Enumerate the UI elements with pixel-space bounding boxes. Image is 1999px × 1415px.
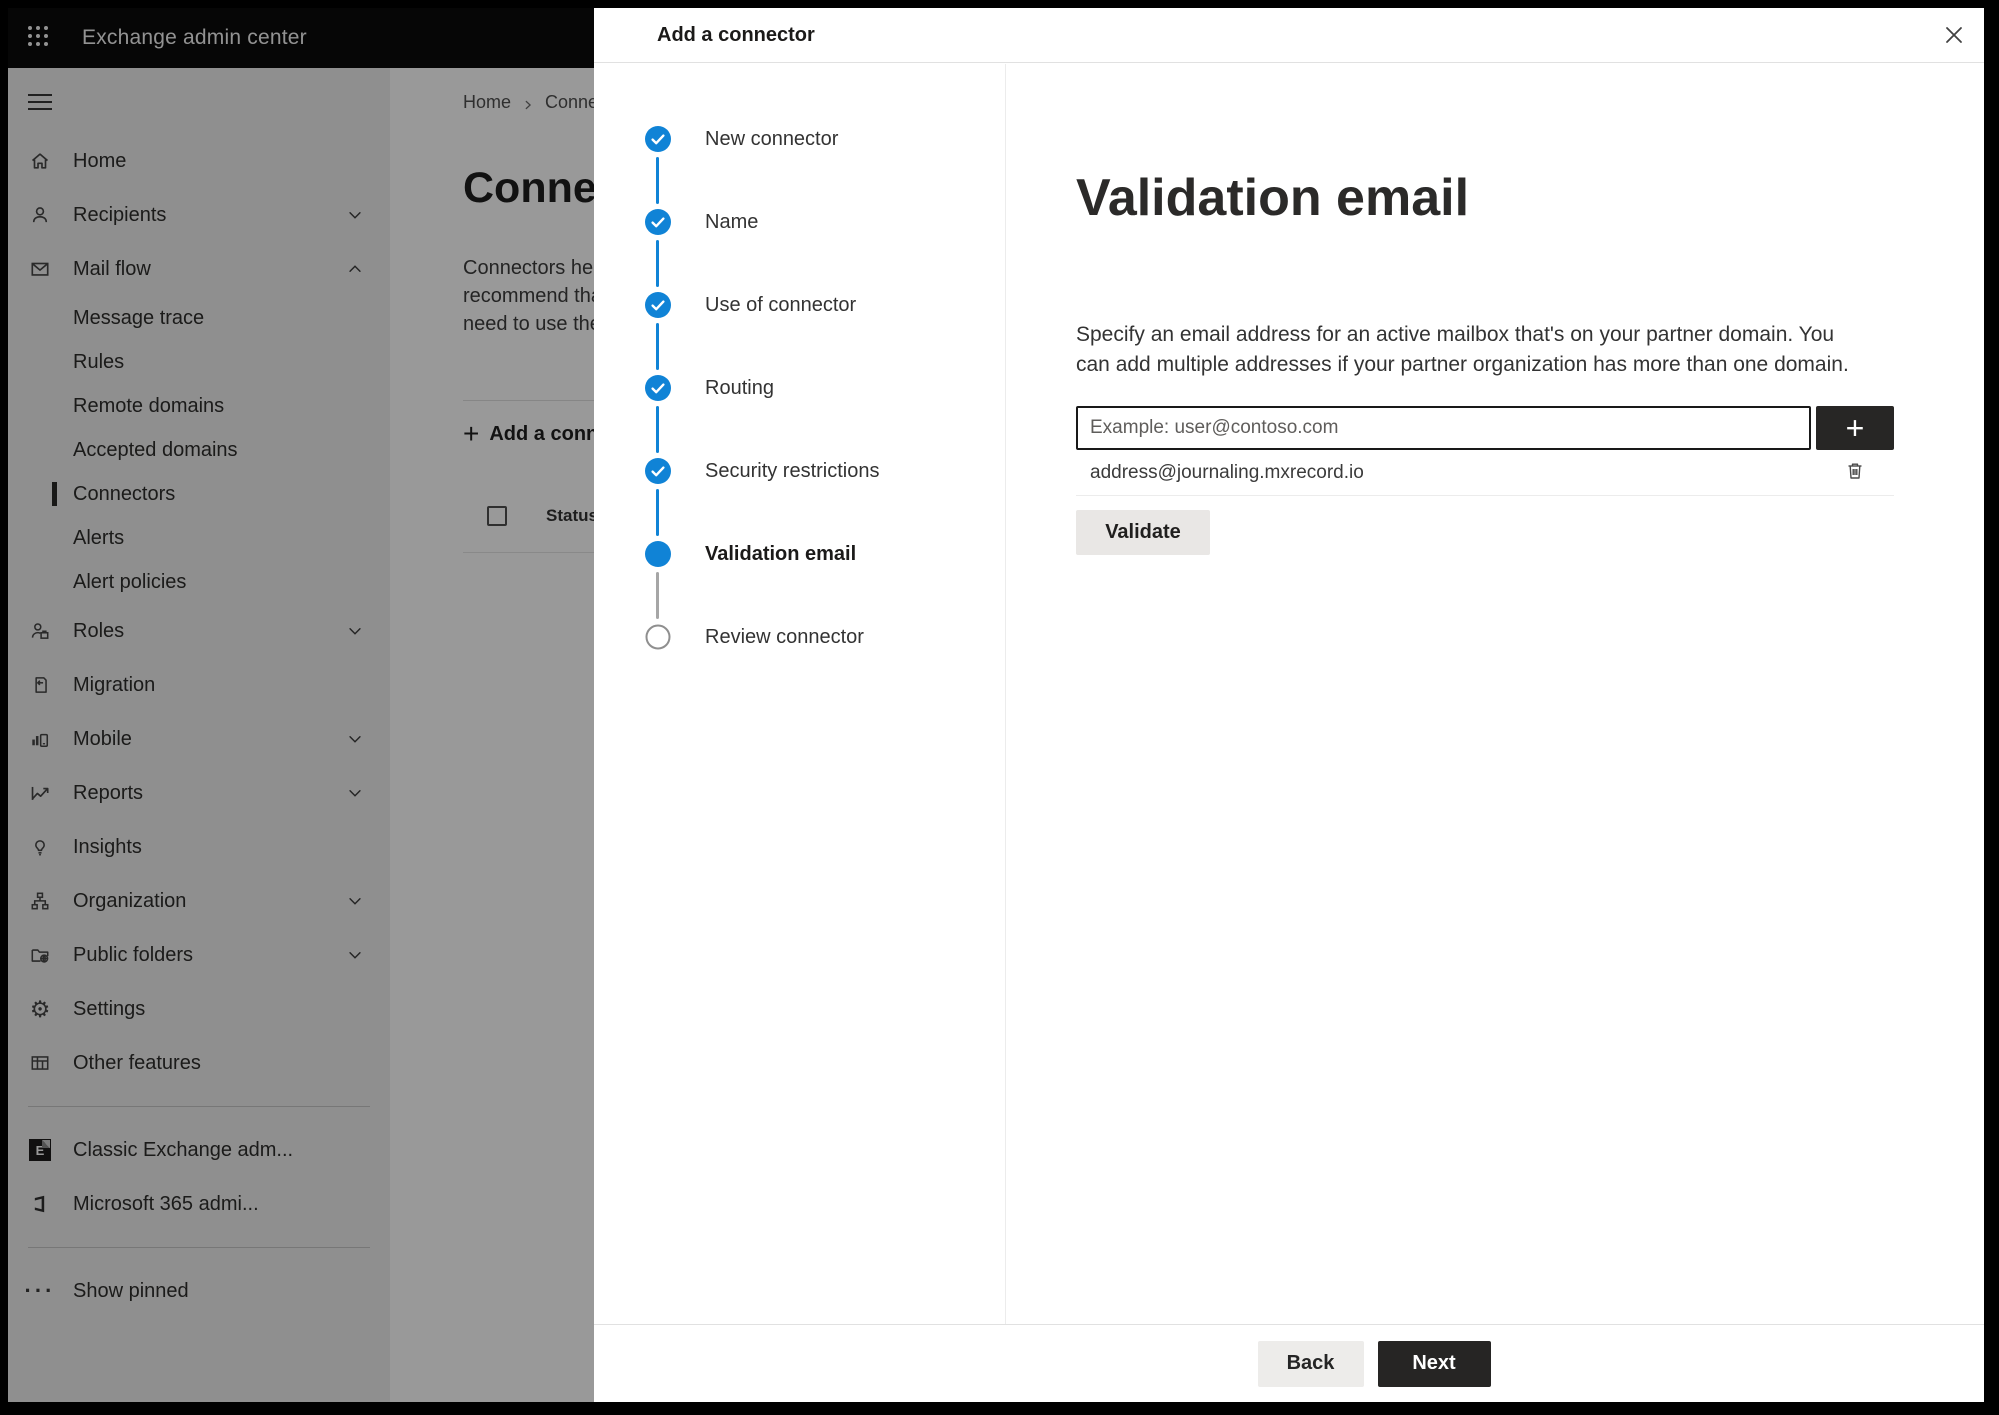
step-label: Routing xyxy=(705,377,774,399)
close-button[interactable] xyxy=(1936,18,1972,54)
step-label: Use of connector xyxy=(705,294,857,316)
step-connector-line xyxy=(655,572,659,619)
validation-email-step: Validation email Specify an email addres… xyxy=(1006,64,1984,1324)
wizard-steps: New connector Name Use of connector Routing… xyxy=(594,64,1006,1324)
exchange-admin-app: Exchange admin center Home Recipients Mail… xyxy=(8,8,1984,1402)
step-connector-line xyxy=(655,240,659,287)
step-label: Name xyxy=(705,211,759,233)
wizard-step-routing[interactable]: Routing xyxy=(594,375,1005,458)
step-description: Specify an email address for an active m… xyxy=(1076,323,1849,376)
step-label: New connector xyxy=(705,128,839,150)
wizard-step-review-connector[interactable]: Review connector xyxy=(594,624,1005,707)
step-connector-line xyxy=(655,323,659,370)
plus-icon: + xyxy=(1845,410,1865,446)
step-label: Validation email xyxy=(705,543,857,565)
step-heading: Validation email xyxy=(1076,169,1470,227)
panel-footer: Back Next xyxy=(594,1324,1984,1402)
wizard-step-security-restrictions[interactable]: Security restrictions xyxy=(594,458,1005,541)
footer-buttons: Back Next xyxy=(1257,1340,1491,1387)
step-label: Security restrictions xyxy=(705,460,880,482)
step-connector-line xyxy=(655,489,659,536)
panel-body: New connector Name Use of connector Routing… xyxy=(594,64,1984,1324)
email-entry-row: + xyxy=(1076,406,1894,450)
add-email-button[interactable]: + xyxy=(1816,406,1894,450)
step-upcoming-circle-icon xyxy=(645,624,671,650)
wizard-step-name[interactable]: Name xyxy=(594,209,1005,292)
add-connector-panel: Add a connector New connector Name Use of … xyxy=(594,8,1984,1402)
screenshot-stage: Exchange admin center Home Recipients Mail… xyxy=(0,0,1999,1415)
step-connector-line xyxy=(655,157,659,204)
modal-dim-overlay[interactable] xyxy=(8,8,594,1402)
next-button[interactable]: Next xyxy=(1377,1340,1491,1387)
address-row: address@journaling.mxrecord.io xyxy=(1076,450,1894,496)
step-completed-check-icon xyxy=(645,458,671,484)
delete-address-button[interactable] xyxy=(1842,460,1868,486)
wizard-step-new-connector[interactable]: New connector xyxy=(594,126,1005,209)
close-icon xyxy=(1943,24,1965,49)
panel-header: Add a connector xyxy=(594,8,1984,63)
trash-icon xyxy=(1844,460,1866,485)
email-input[interactable] xyxy=(1076,406,1811,450)
step-completed-check-icon xyxy=(645,292,671,318)
step-current-dot-icon xyxy=(645,541,671,567)
step-completed-check-icon xyxy=(645,126,671,152)
validate-button[interactable]: Validate xyxy=(1076,510,1210,555)
step-label: Review connector xyxy=(705,626,864,648)
step-completed-check-icon xyxy=(645,375,671,401)
address-list: address@journaling.mxrecord.io xyxy=(1076,450,1894,496)
back-button[interactable]: Back xyxy=(1257,1340,1364,1387)
panel-title: Add a connector xyxy=(657,23,815,46)
step-connector-line xyxy=(655,406,659,453)
step-completed-check-icon xyxy=(645,209,671,235)
wizard-step-use-of-connector[interactable]: Use of connector xyxy=(594,292,1005,375)
wizard-step-validation-email[interactable]: Validation email xyxy=(594,541,1005,624)
address-value: address@journaling.mxrecord.io xyxy=(1090,461,1364,483)
